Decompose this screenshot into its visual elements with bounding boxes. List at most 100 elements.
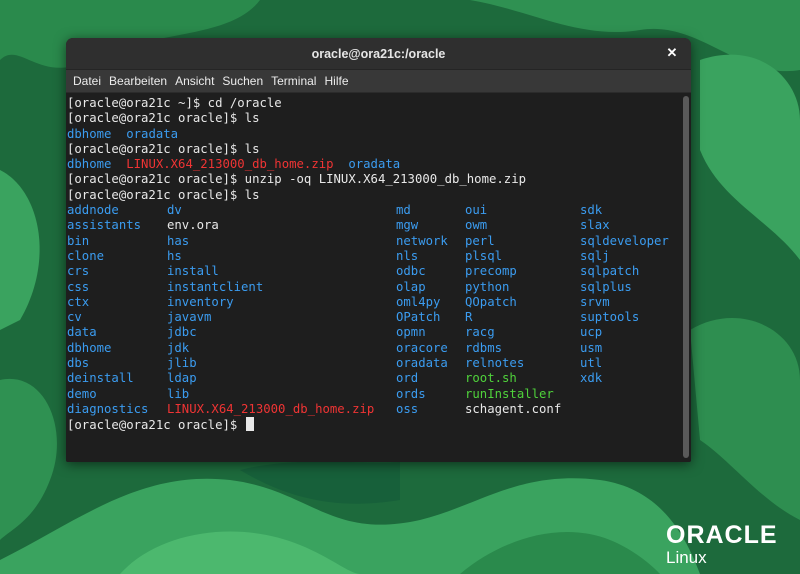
file-entry: demo	[67, 386, 97, 401]
file-entry: QOpatch	[465, 294, 517, 309]
file-entry: schagent.conf	[465, 401, 562, 416]
file-entry: network	[396, 233, 448, 248]
menu-datei[interactable]: Datei	[72, 74, 108, 88]
file-entry: sqldeveloper	[580, 233, 669, 248]
file-entry: bin	[67, 233, 90, 248]
listing-row: assistants env.ora mgw owm slax	[67, 218, 691, 233]
logo-sub: Linux	[666, 548, 707, 567]
close-icon[interactable]: ✕	[665, 46, 679, 60]
terminal-line: [oracle@ora21c oracle]$ unzip -oq LINUX.…	[67, 172, 691, 187]
file-entry: plsql	[465, 248, 503, 263]
terminal-text: dbhome	[67, 157, 112, 172]
file-entry: ctx	[67, 294, 90, 309]
terminal-text: dbhome	[67, 126, 112, 141]
file-entry: instantclient	[167, 279, 264, 294]
terminal-line: [oracle@ora21c oracle]$ ls	[67, 188, 691, 203]
logo-brand: ORACLE	[666, 521, 778, 549]
file-entry: install	[167, 264, 219, 279]
listing-row: data jdbc opmn racg ucp	[67, 325, 691, 340]
terminal-scrollbar[interactable]	[683, 96, 689, 458]
menu-ansicht[interactable]: Ansicht	[174, 74, 221, 88]
file-entry: jlib	[167, 356, 197, 371]
file-entry: srvm	[580, 294, 610, 309]
terminal-text: [oracle@ora21c oracle]$ ls	[67, 111, 260, 126]
file-entry: ucp	[580, 325, 603, 340]
listing-row: bin has network perl sqldeveloper	[67, 234, 691, 249]
terminal-window[interactable]: oracle@ora21c:/oracle ✕ Datei Bearbeiten…	[66, 38, 691, 462]
file-entry: data	[67, 325, 97, 340]
file-entry: dv	[167, 203, 182, 218]
menu-hilfe[interactable]: Hilfe	[323, 74, 355, 88]
file-entry: ldap	[167, 371, 197, 386]
file-entry: odbc	[396, 264, 426, 279]
file-entry: jdk	[167, 340, 190, 355]
file-entry: relnotes	[465, 356, 525, 371]
file-entry: oradata	[396, 356, 448, 371]
menu-terminal[interactable]: Terminal	[270, 74, 323, 88]
file-entry: oss	[396, 401, 419, 416]
file-entry: md	[396, 203, 411, 218]
file-entry: suptools	[580, 310, 640, 325]
file-entry: oui	[465, 203, 488, 218]
terminal-line: [oracle@ora21c ~]$ cd /oracle	[67, 96, 691, 111]
file-entry: LINUX.X64_213000_db_home.zip	[167, 401, 375, 416]
file-entry: oml4py	[396, 294, 441, 309]
shell-prompt: [oracle@ora21c oracle]$	[67, 418, 245, 433]
file-entry: jdbc	[167, 325, 197, 340]
window-title: oracle@ora21c:/oracle	[311, 46, 446, 61]
file-entry: dbs	[67, 356, 90, 371]
file-entry: python	[465, 279, 510, 294]
terminal-text: oradata	[126, 126, 179, 141]
file-entry: addnode	[67, 203, 119, 218]
terminal-text: [oracle@ora21c oracle]$ ls	[67, 141, 260, 156]
file-entry: opmn	[396, 325, 426, 340]
file-entry: dbhome	[67, 340, 112, 355]
file-entry: javavm	[167, 310, 212, 325]
file-entry: perl	[465, 233, 495, 248]
file-entry: ord	[396, 371, 419, 386]
file-entry: racg	[465, 325, 495, 340]
listing-row: deinstall ldap ord root.sh xdk	[67, 371, 691, 386]
menu-suchen[interactable]: Suchen	[221, 74, 270, 88]
file-entry: lib	[167, 386, 190, 401]
file-entry: inventory	[167, 294, 234, 309]
file-entry: xdk	[580, 371, 603, 386]
file-entry: cv	[67, 310, 82, 325]
listing-row: dbs jlib oradata relnotes utl	[67, 356, 691, 371]
window-titlebar[interactable]: oracle@ora21c:/oracle ✕	[66, 38, 691, 70]
listing-row: css instantclient olap python sqlplus	[67, 280, 691, 295]
terminal-text: [oracle@ora21c oracle]$ unzip -oq LINUX.…	[67, 172, 527, 187]
file-entry: sqlpatch	[580, 264, 640, 279]
terminal-output[interactable]: [oracle@ora21c ~]$ cd /oracle [oracle@ora…	[66, 93, 691, 462]
file-entry: runInstaller	[465, 386, 554, 401]
listing-row: dbhome jdk oracore rdbms usm	[67, 341, 691, 356]
listing-row: ctx inventory oml4py QOpatch srvm	[67, 295, 691, 310]
file-entry: usm	[580, 340, 603, 355]
menu-bar: Datei Bearbeiten Ansicht Suchen Terminal…	[66, 70, 691, 92]
file-entry: env.ora	[167, 218, 219, 233]
listing-row: demo lib ords runInstaller	[67, 387, 691, 402]
listing-row: diagnostics LINUX.X64_213000_db_home.zip o…	[67, 402, 691, 417]
terminal-text: [oracle@ora21c ~]$ cd /oracle	[67, 96, 282, 110]
listing-row: addnode dv md oui sdk	[67, 203, 691, 218]
file-entry: olap	[396, 279, 426, 294]
text-cursor	[245, 417, 254, 432]
terminal-text: LINUX.X64_213000_db_home.zip	[126, 157, 334, 172]
file-entry: hs	[167, 248, 182, 263]
file-entry: oracore	[396, 340, 448, 355]
terminal-line: dbhome oradata	[67, 127, 691, 142]
terminal-line: [oracle@ora21c oracle]$ ls	[67, 111, 691, 126]
file-entry: utl	[580, 356, 603, 371]
prompt-line[interactable]: [oracle@ora21c oracle]$	[67, 417, 691, 432]
file-entry: sqlj	[580, 248, 610, 263]
file-entry: nls	[396, 248, 419, 263]
file-entry: root.sh	[465, 371, 517, 386]
terminal-line: [oracle@ora21c oracle]$ ls	[67, 142, 691, 157]
file-entry: ords	[396, 386, 426, 401]
menu-bearbeiten[interactable]: Bearbeiten	[108, 74, 174, 88]
terminal-text: oradata	[348, 157, 401, 172]
file-entry: OPatch	[396, 310, 441, 325]
file-entry: sdk	[580, 203, 603, 218]
